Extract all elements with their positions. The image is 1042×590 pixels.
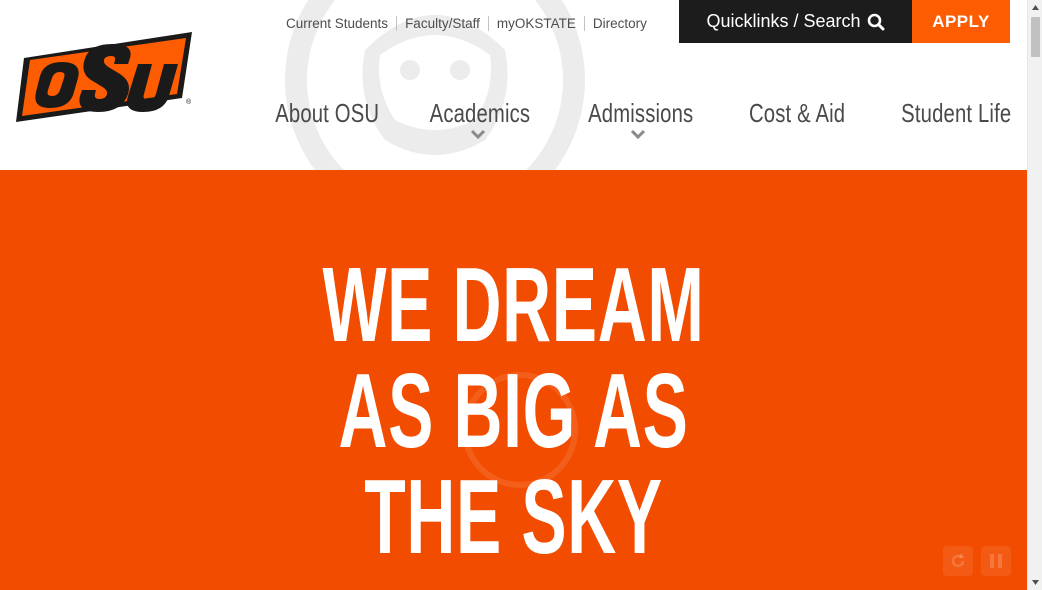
nav-item-admissions[interactable]: Admissions: [574, 98, 702, 139]
apply-button[interactable]: APPLY: [912, 0, 1010, 43]
search-icon: [867, 13, 885, 30]
site-header: ® Current Students Faculty/Staff myOKSTA…: [0, 0, 1027, 170]
nav-item-about-osu[interactable]: About OSU: [262, 98, 382, 129]
utility-link-directory[interactable]: Directory: [585, 16, 655, 31]
nav-item-academics[interactable]: Academics: [416, 98, 540, 139]
pause-icon: [990, 554, 1002, 568]
quicklinks-search-button[interactable]: Quicklinks / Search: [679, 0, 912, 43]
vertical-scrollbar[interactable]: [1027, 0, 1042, 590]
nav-label: Cost & Aid: [748, 98, 846, 128]
nav-label: Student Life: [901, 98, 1012, 128]
quicklinks-label: Quicklinks / Search: [706, 11, 861, 31]
page: ® Current Students Faculty/Staff myOKSTA…: [0, 0, 1027, 590]
nav-item-student-life[interactable]: Student Life: [886, 98, 1024, 129]
replay-icon: [951, 553, 965, 568]
hero-banner: WE DREAM AS BIG AS THE SKY: [0, 170, 1027, 590]
pause-button[interactable]: [981, 546, 1011, 576]
headline-line: THE SKY: [364, 458, 663, 576]
utility-link-faculty-staff[interactable]: Faculty/Staff: [397, 16, 488, 31]
nav-label: About OSU: [275, 98, 380, 128]
replay-button[interactable]: [943, 546, 973, 576]
chevron-down-icon: [630, 129, 646, 139]
scrollbar-thumb[interactable]: [1031, 17, 1040, 57]
scroll-down-arrow-icon[interactable]: [1028, 575, 1042, 590]
headline-line: WE DREAM: [322, 246, 705, 364]
hero-headline: WE DREAM AS BIG AS THE SKY: [0, 252, 1027, 570]
nav-label: Admissions: [588, 98, 694, 128]
nav-label: Academics: [429, 98, 531, 128]
utility-link-myokstate[interactable]: myOKSTATE: [489, 16, 584, 31]
hero-video-controls: [943, 546, 1011, 576]
nav-item-cost-aid[interactable]: Cost & Aid: [736, 98, 854, 129]
chevron-down-icon: [470, 129, 486, 139]
utility-link-current-students[interactable]: Current Students: [278, 16, 396, 31]
headline-line: AS BIG AS: [338, 352, 689, 470]
main-nav: About OSU Academics Admissions Cost & Ai…: [0, 98, 1027, 158]
scroll-up-arrow-icon[interactable]: [1028, 0, 1042, 15]
utility-nav: Current Students Faculty/Staff myOKSTATE…: [278, 14, 655, 32]
